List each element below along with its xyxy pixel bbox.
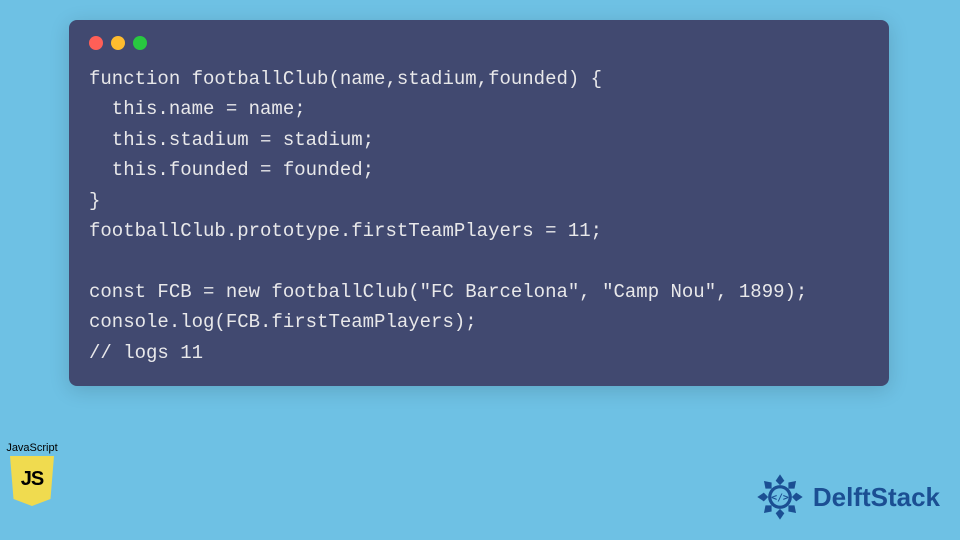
close-icon[interactable] bbox=[89, 36, 103, 50]
code-line: function footballClub(name,stadium,found… bbox=[89, 68, 602, 90]
code-block: function footballClub(name,stadium,found… bbox=[89, 64, 869, 368]
window-titlebar bbox=[89, 36, 869, 50]
code-line: } bbox=[89, 190, 100, 212]
code-line: console.log(FCB.firstTeamPlayers); bbox=[89, 311, 477, 333]
maximize-icon[interactable] bbox=[133, 36, 147, 50]
javascript-label: JavaScript bbox=[4, 442, 60, 454]
code-line: this.founded = founded; bbox=[89, 159, 374, 181]
code-line: this.name = name; bbox=[89, 98, 306, 120]
delftstack-logo-icon: </> bbox=[753, 470, 807, 524]
minimize-icon[interactable] bbox=[111, 36, 125, 50]
svg-text:</>: </> bbox=[771, 492, 789, 503]
js-shield-icon: JS bbox=[10, 456, 54, 506]
js-shield-text: JS bbox=[21, 468, 43, 491]
delftstack-name: DelftStack bbox=[813, 482, 940, 513]
code-window: function footballClub(name,stadium,found… bbox=[69, 20, 889, 386]
code-line: const FCB = new footballClub("FC Barcelo… bbox=[89, 281, 807, 303]
code-line: this.stadium = stadium; bbox=[89, 129, 374, 151]
javascript-badge: JavaScript JS bbox=[4, 442, 60, 506]
code-line: // logs 11 bbox=[89, 342, 203, 364]
delftstack-brand: </> DelftStack bbox=[753, 470, 940, 524]
code-line: footballClub.prototype.firstTeamPlayers … bbox=[89, 220, 602, 242]
